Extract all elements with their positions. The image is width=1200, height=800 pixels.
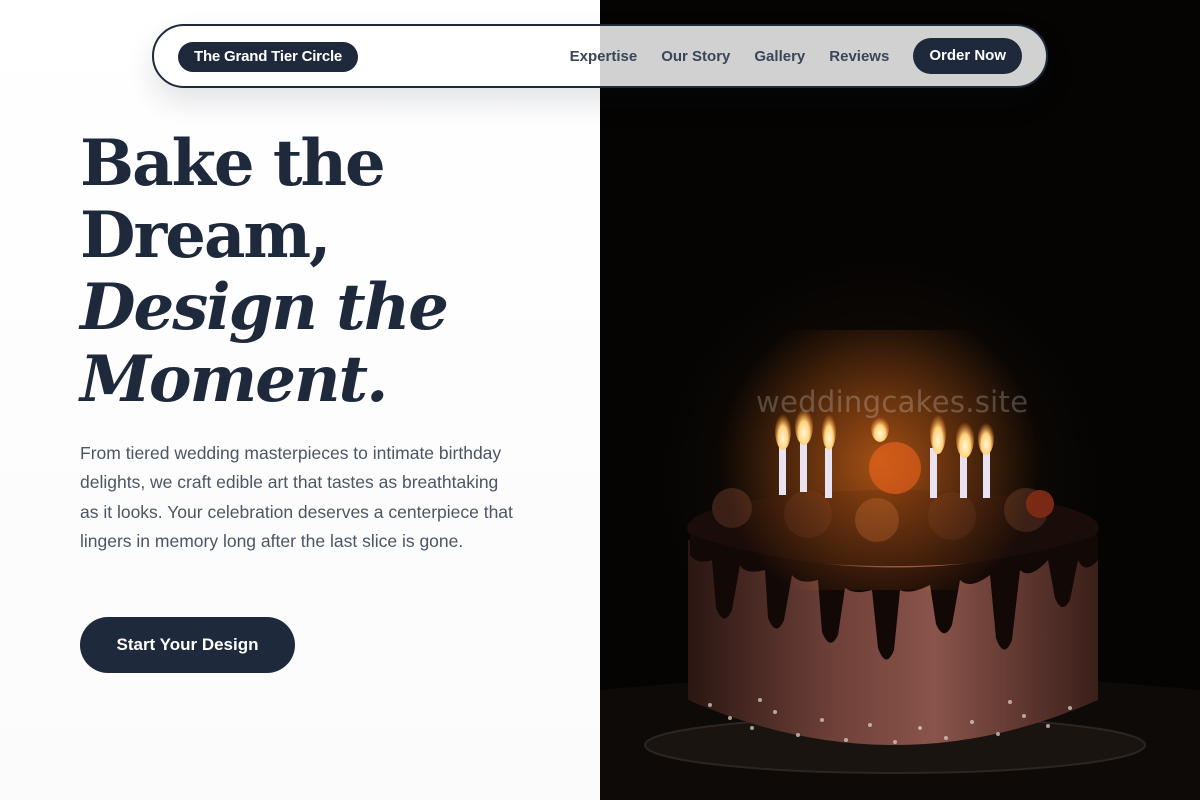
headline-line-2: Dream, [80,198,331,273]
nav-links: Expertise Our Story Gallery Reviews Orde… [570,38,1022,74]
nav-link-expertise[interactable]: Expertise [570,48,638,65]
nav-link-our-story[interactable]: Our Story [661,48,730,65]
navbar: The Grand Tier Circle Expertise Our Stor… [152,24,1048,88]
nav-link-reviews[interactable]: Reviews [829,48,889,65]
watermark-text: weddingcakes.site [756,385,1029,419]
order-now-button[interactable]: Order Now [913,38,1022,74]
hero-description: From tiered wedding masterpieces to inti… [80,443,513,551]
headline-line-4: Moment. [80,342,388,417]
nav-link-gallery[interactable]: Gallery [754,48,805,65]
start-design-button[interactable]: Start Your Design [80,617,295,673]
headline-line-3: Design the [80,270,449,345]
hero-headline: Bake the Dream, Design the Moment. [80,128,560,416]
brand-logo[interactable]: The Grand Tier Circle [178,42,359,72]
headline-line-1: Bake the [80,126,386,201]
